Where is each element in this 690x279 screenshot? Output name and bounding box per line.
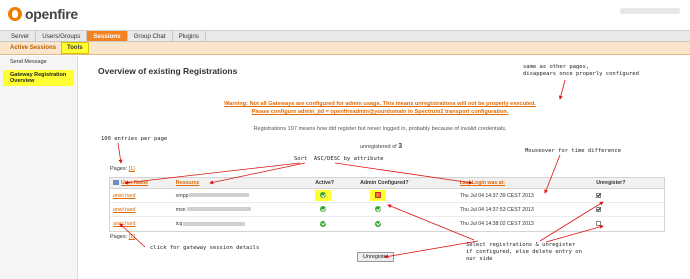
pagination-top: Pages: [1] xyxy=(110,166,135,172)
sidebar: Send Message Gateway Registration Overvi… xyxy=(0,56,78,279)
tab-sessions[interactable]: Sessions xyxy=(87,31,128,41)
annotation-sort: Sort ASC/DESC by attribute xyxy=(294,156,384,162)
unregister-button[interactable]: Unregister xyxy=(357,252,395,262)
annotation-mouseover: Mouseover for time difference xyxy=(525,148,622,154)
main-nav: Server Users/Groups Sessions Group Chat … xyxy=(0,30,690,42)
registration-counter: unregistered of 3 xyxy=(360,143,402,150)
page-link-1[interactable]: [1] xyxy=(129,234,135,240)
unregister-checkbox[interactable] xyxy=(596,192,602,198)
tab-group-chat[interactable]: Group Chat xyxy=(128,31,173,41)
admin-check-icon xyxy=(375,220,382,227)
registrations-table: User Name Resource Active? Admin Configu… xyxy=(109,177,665,232)
annotation-select-unregister: Select registrations & unregister if con… xyxy=(466,242,582,262)
page-title: Overview of existing Registrations xyxy=(98,66,238,76)
active-check-icon xyxy=(320,206,327,213)
admin-warning-icon xyxy=(375,192,382,199)
annotation-click-gateway: click for gateway session details xyxy=(150,245,260,251)
subtab-tools[interactable]: Tools xyxy=(61,42,89,54)
header-active: Active? xyxy=(315,180,335,186)
counter-value: 3 xyxy=(398,143,403,150)
arrow-to-warning xyxy=(558,79,566,100)
last-login-value[interactable]: Thu Jul 04 14:37:39 CEST 2013 xyxy=(460,193,534,199)
arrow-to-pages xyxy=(117,142,123,164)
table-row: anwi.hard icq Thu Jul 04 14:38:02 CEST 2… xyxy=(110,217,664,231)
unregister-checkbox[interactable] xyxy=(596,206,602,212)
blurred-jid xyxy=(186,207,251,212)
page-link-1[interactable]: [1] xyxy=(129,166,135,172)
table-row: anwi.hard msn Thu Jul 04 14:37:53 CEST 2… xyxy=(110,203,664,217)
sub-nav: Active Sessions Tools xyxy=(0,42,690,55)
user-info-blurred xyxy=(620,8,680,14)
table-header: User Name Resource Active? Admin Configu… xyxy=(110,178,664,189)
last-login-value[interactable]: Thu Jul 04 14:37:53 CEST 2013 xyxy=(460,207,534,213)
warning-line-2: Please configure admin_jid = openfireadm… xyxy=(251,109,509,115)
resource-value: msn xyxy=(175,206,186,213)
flame-icon xyxy=(8,7,22,21)
table-row: anwi.hard xmpp Thu Jul 04 14:37:39 CEST … xyxy=(110,189,664,203)
warning-line-1: Warning: Not all Gateways are configured… xyxy=(224,101,536,107)
admin-check-icon xyxy=(375,206,382,213)
blurred-jid xyxy=(189,193,250,198)
active-check-icon xyxy=(320,220,327,227)
resource-value: icq xyxy=(175,221,183,227)
tab-users-groups[interactable]: Users/Groups xyxy=(36,31,88,41)
sort-icon xyxy=(113,180,119,186)
active-check-icon xyxy=(320,192,327,199)
logo-text: openfire xyxy=(25,6,78,22)
openfire-logo[interactable]: openfire xyxy=(8,6,78,22)
annotation-entries-per-page: 100 entries per page xyxy=(101,136,168,142)
warning-message[interactable]: Warning: Not all Gateways are configured… xyxy=(160,100,600,116)
unregister-checkbox[interactable] xyxy=(596,221,602,227)
user-link[interactable]: anwi.hard xyxy=(113,207,136,213)
tab-plugins[interactable]: Plugins xyxy=(173,31,206,41)
pages-label: Pages: xyxy=(110,234,128,240)
arrow-unregister-button xyxy=(384,240,479,259)
tab-server[interactable]: Server xyxy=(5,31,37,41)
blurred-jid xyxy=(183,221,246,226)
user-link[interactable]: anwi.hard xyxy=(113,193,136,199)
annotation-same-as-other: same as other pages, disappears once pro… xyxy=(523,64,639,77)
pages-label: Pages: xyxy=(110,166,128,172)
resource-value: xmpp xyxy=(175,192,189,199)
header-last-login[interactable]: Last Login was at: xyxy=(457,180,594,186)
user-link[interactable]: anwi.hard xyxy=(113,221,136,227)
counter-prefix: unregistered of xyxy=(360,144,397,150)
last-login-value[interactable]: Thu Jul 04 14:38:02 CEST 2013 xyxy=(460,221,534,227)
header-resource[interactable]: Resource xyxy=(173,180,312,186)
sidebar-item-send-message[interactable]: Send Message xyxy=(0,56,77,68)
header-unregister: Unregister? xyxy=(596,180,626,186)
header-admin-configured: Admin Configured? xyxy=(360,180,409,186)
pagination-bottom: Pages: [1] xyxy=(110,234,135,240)
header-user-name[interactable]: User Name xyxy=(110,180,173,186)
info-message: Registrations 197 means how did register… xyxy=(253,126,507,132)
app-header: openfire xyxy=(0,0,690,30)
subtab-active-sessions[interactable]: Active Sessions xyxy=(5,43,61,53)
sidebar-item-gateway-registration[interactable]: Gateway Registration Overview xyxy=(3,70,74,86)
